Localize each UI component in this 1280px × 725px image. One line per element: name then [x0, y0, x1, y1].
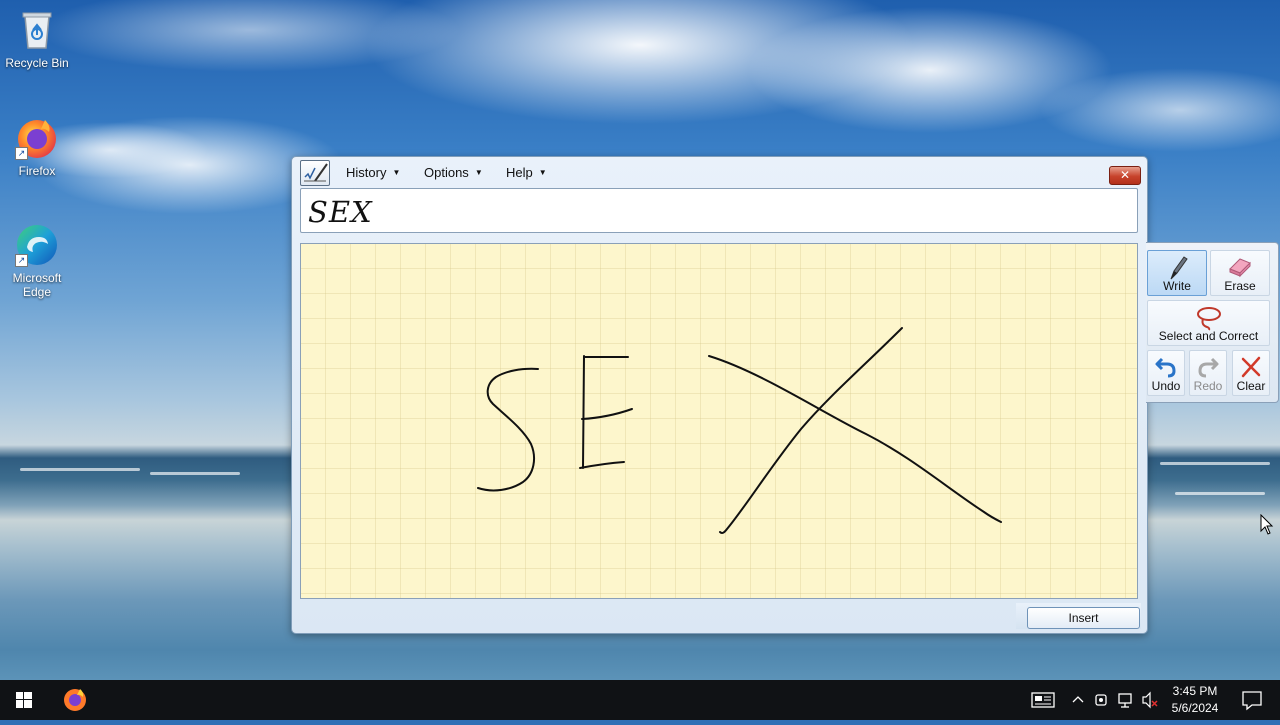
lasso-icon — [1196, 307, 1221, 331]
chevron-up-icon[interactable] — [1068, 680, 1088, 720]
menu-history-label: History — [346, 165, 387, 180]
chevron-down-icon: ▼ — [538, 168, 547, 177]
desktop-icon-recycle-bin[interactable]: Recycle Bin — [0, 8, 74, 70]
wave — [1175, 492, 1265, 495]
news-widget-icon[interactable] — [1028, 680, 1058, 720]
undo-label: Undo — [1151, 379, 1181, 393]
desktop-icon-label: Microsoft Edge — [12, 271, 62, 299]
taskbar-clock[interactable]: 3:45 PM 5/6/2024 — [1164, 683, 1226, 717]
redo-button[interactable]: Redo — [1189, 350, 1227, 396]
taskbar: 3:45 PM 5/6/2024 — [0, 680, 1280, 720]
ink-stroke — [708, 355, 1002, 523]
select-and-correct-button[interactable]: Select and Correct — [1147, 300, 1270, 346]
select-and-correct-label: Select and Correct — [1158, 329, 1259, 343]
ink-stroke — [582, 355, 585, 469]
ink-stroke — [579, 461, 625, 469]
firefox-icon: ↗ — [15, 116, 59, 160]
shortcut-arrow-icon: ↗ — [15, 254, 28, 267]
desktop-icon-edge[interactable]: ↗ Microsoft Edge — [0, 223, 74, 299]
title-bar: History ▼ Options ▼ Help ▼ ✕ — [292, 157, 1147, 187]
input-panel-window: History ▼ Options ▼ Help ▼ ✕ SEX Insert — [291, 156, 1148, 634]
input-panel-app-icon[interactable] — [300, 160, 330, 186]
desktop-icon-label: Recycle Bin — [5, 56, 69, 70]
insert-button[interactable]: Insert — [1027, 607, 1140, 629]
close-button[interactable]: ✕ — [1109, 166, 1141, 185]
undo-icon — [1155, 357, 1176, 378]
chevron-down-icon: ▼ — [474, 168, 483, 177]
menu-help-label: Help — [506, 165, 533, 180]
menu-help[interactable]: Help ▼ — [506, 165, 547, 180]
firefox-icon — [64, 689, 86, 711]
wave — [150, 472, 240, 475]
write-button[interactable]: Write — [1147, 250, 1207, 296]
wave — [20, 468, 140, 471]
menu-options-label: Options — [424, 165, 469, 180]
menu-history[interactable]: History ▼ — [346, 165, 400, 180]
meet-now-icon[interactable] — [1092, 680, 1112, 720]
handwriting-ink — [477, 327, 1002, 534]
clear-x-icon — [1241, 356, 1261, 378]
desktop-icon-firefox[interactable]: ↗ Firefox — [0, 116, 74, 178]
clock-date: 5/6/2024 — [1171, 701, 1219, 715]
chevron-down-icon: ▼ — [392, 168, 401, 177]
tool-panel: Write Erase Select and Correct Undo Redo — [1146, 242, 1279, 403]
desktop-icon-label: Firefox — [18, 164, 56, 178]
edge-icon: ↗ — [15, 223, 59, 267]
notification-icon — [1242, 691, 1262, 711]
erase-label: Erase — [1224, 279, 1256, 293]
ink-stroke — [581, 408, 633, 420]
undo-button[interactable]: Undo — [1147, 350, 1185, 396]
taskbar-firefox-button[interactable] — [52, 680, 98, 720]
writing-pad[interactable] — [300, 243, 1138, 599]
recognized-text: SEX — [308, 195, 373, 229]
notification-center-button[interactable] — [1232, 680, 1272, 720]
windows-logo-icon — [16, 692, 32, 708]
recycle-bin-icon — [15, 8, 59, 52]
network-icon[interactable] — [1116, 680, 1136, 720]
ink-stroke — [477, 367, 539, 492]
recognized-text-box[interactable]: SEX — [300, 188, 1138, 233]
ink-stroke — [719, 327, 903, 534]
close-icon: ✕ — [1119, 168, 1131, 182]
eraser-icon — [1229, 258, 1251, 278]
clear-button[interactable]: Clear — [1232, 350, 1270, 396]
clear-label: Clear — [1236, 379, 1266, 393]
volume-muted-icon[interactable] — [1140, 680, 1160, 720]
clock-time: 3:45 PM — [1172, 684, 1218, 698]
wave — [1160, 462, 1270, 465]
pen-icon — [1170, 256, 1188, 280]
erase-button[interactable]: Erase — [1210, 250, 1270, 296]
insert-button-label: Insert — [1068, 611, 1099, 625]
shortcut-arrow-icon: ↗ — [15, 147, 28, 160]
redo-icon — [1198, 357, 1219, 378]
mouse-cursor-icon — [1260, 514, 1274, 535]
write-label: Write — [1163, 279, 1191, 293]
redo-label: Redo — [1193, 379, 1223, 393]
start-button[interactable] — [0, 680, 48, 720]
menu-options[interactable]: Options ▼ — [424, 165, 483, 180]
